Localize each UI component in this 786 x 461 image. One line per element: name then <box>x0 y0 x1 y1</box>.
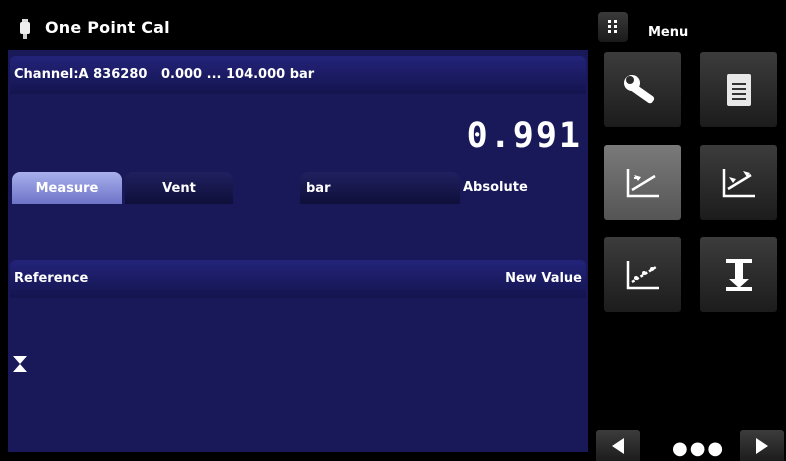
document-icon <box>726 73 751 106</box>
linearization-tile[interactable] <box>604 237 681 312</box>
vent-button[interactable]: Vent <box>125 172 233 204</box>
unit-selector[interactable]: bar <box>300 172 460 204</box>
one-point-cal-tile[interactable] <box>604 145 681 220</box>
next-page-button[interactable] <box>740 430 784 461</box>
channel-info: Channel:A 836280 0.000 ... 104.000 bar <box>14 67 315 82</box>
zero-tile[interactable] <box>700 237 777 312</box>
wrench-icon <box>623 74 654 103</box>
pressure-reading: 0.991 <box>466 116 582 156</box>
measure-button[interactable]: Measure <box>12 172 122 204</box>
reference-column-header: Reference <box>14 271 89 286</box>
arrow-left-icon <box>612 437 624 454</box>
one-point-cal-icon <box>626 168 659 197</box>
menu-label: Menu <box>648 25 689 40</box>
settings-tile[interactable] <box>604 52 681 127</box>
reference-table-header: Reference New Value <box>10 260 586 298</box>
title-bar: One Point Cal <box>8 8 588 50</box>
pressure-transducer-icon <box>20 19 30 39</box>
pressure-mode-label[interactable]: Absolute <box>463 180 528 195</box>
main-panel: Channel:A 836280 0.000 ... 104.000 bar 0… <box>8 50 588 452</box>
zero-icon <box>725 258 752 291</box>
grid-dots-icon <box>598 12 628 42</box>
document-tile[interactable] <box>700 52 777 127</box>
two-point-cal-icon <box>722 168 755 197</box>
sidebar: Menu ●●● <box>592 0 786 461</box>
linearization-icon <box>626 260 659 289</box>
channel-header[interactable]: Channel:A 836280 0.000 ... 104.000 bar <box>10 56 586 94</box>
previous-page-button[interactable] <box>596 430 640 461</box>
arrow-right-icon <box>756 437 768 454</box>
hourglass-icon <box>13 356 27 372</box>
two-point-cal-tile[interactable] <box>700 145 777 220</box>
page-title: One Point Cal <box>45 18 170 37</box>
new-value-column-header: New Value <box>505 271 582 286</box>
menu-button[interactable]: Menu <box>596 8 688 52</box>
page-indicator: ●●● <box>672 438 726 459</box>
